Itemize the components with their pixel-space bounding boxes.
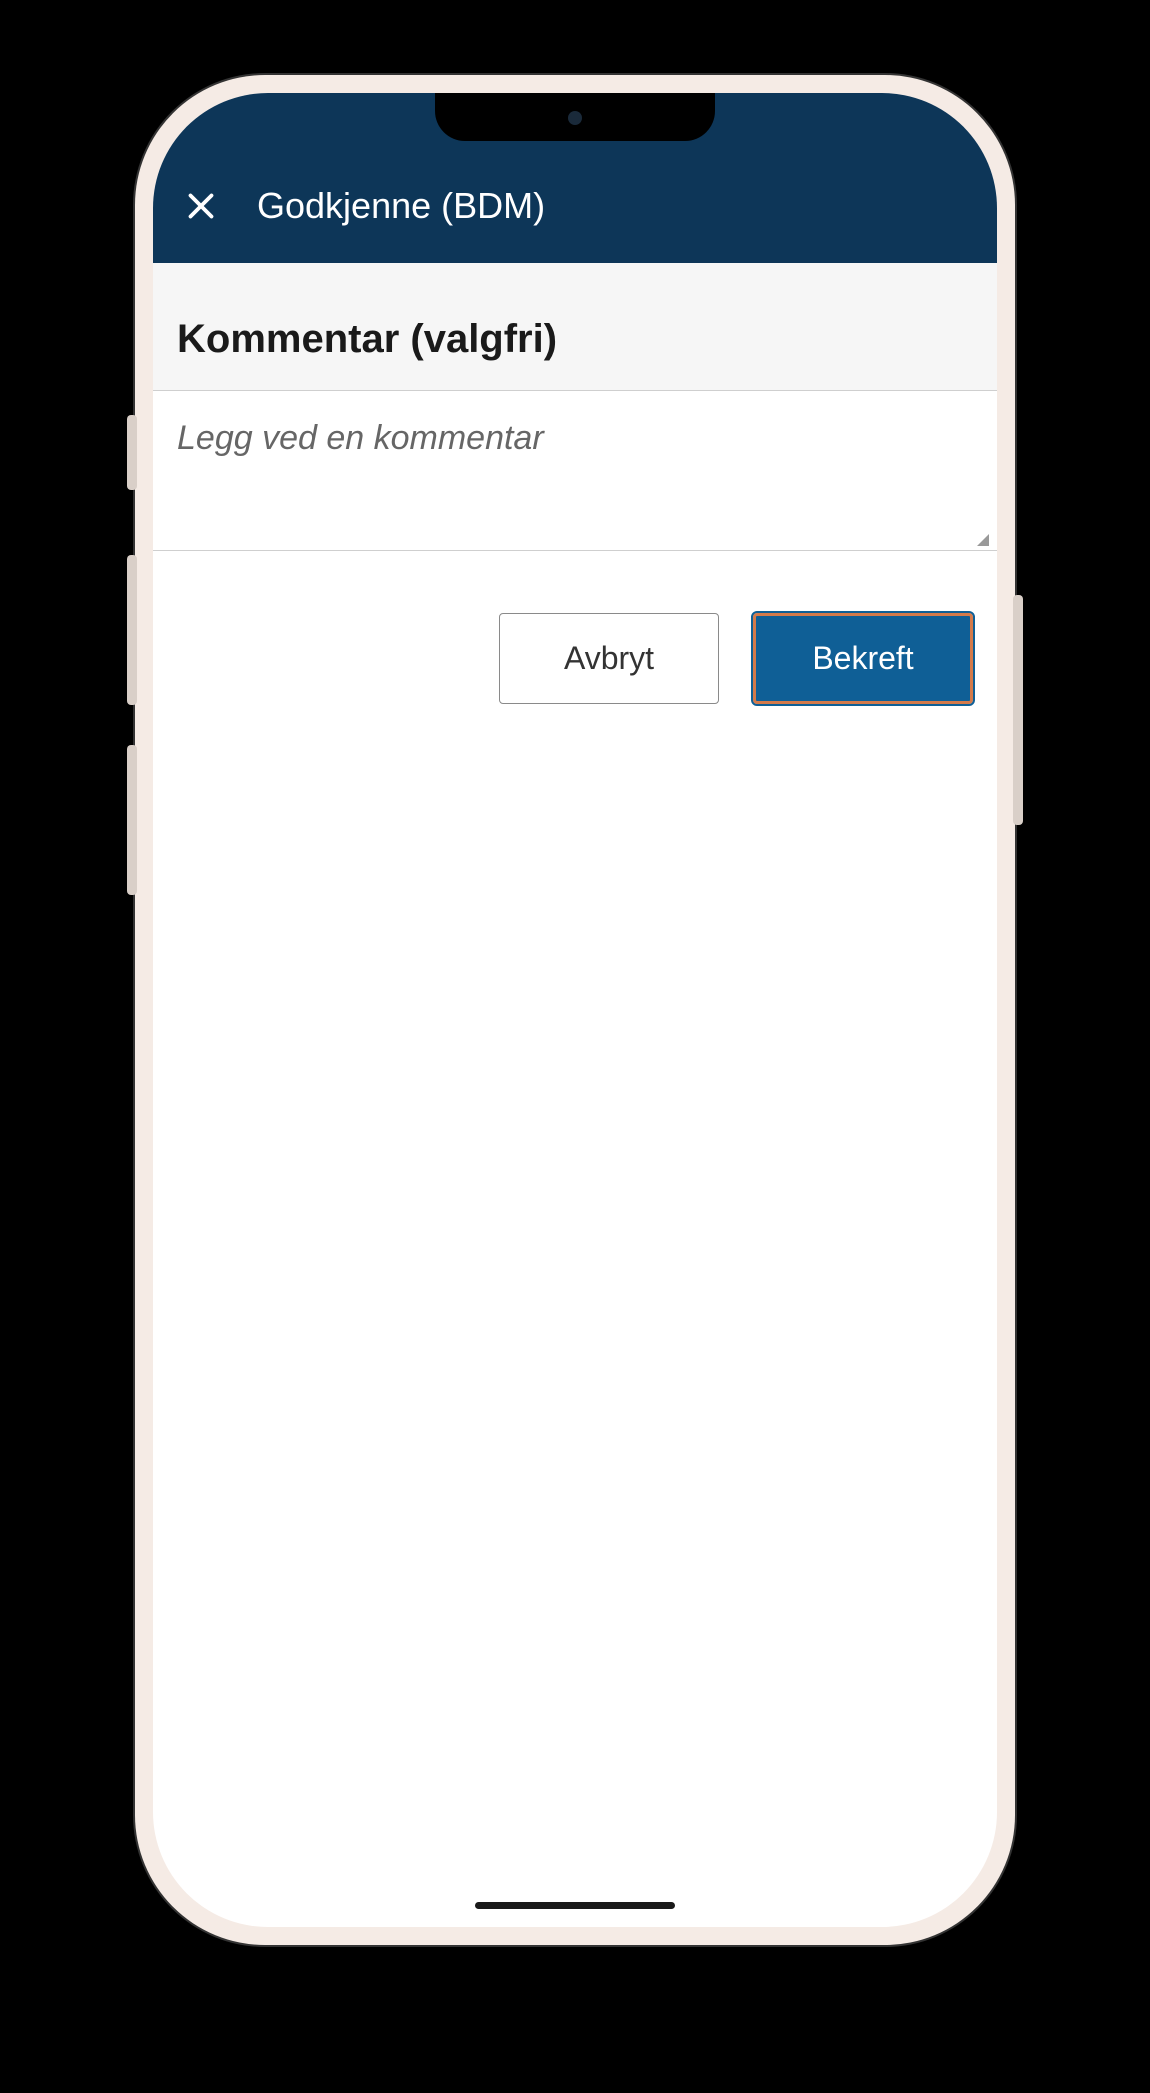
page-title: Godkjenne (BDM) (257, 185, 545, 227)
power-button (1013, 595, 1023, 825)
silent-switch (127, 415, 137, 490)
app-screen: Godkjenne (BDM) Kommentar (valgfri) Avbr… (153, 93, 997, 1927)
phone-frame: Godkjenne (BDM) Kommentar (valgfri) Avbr… (135, 75, 1015, 1945)
comment-area (153, 391, 997, 551)
close-button[interactable] (179, 184, 223, 228)
section-header: Kommentar (valgfri) (153, 263, 997, 391)
confirm-button[interactable]: Bekreft (753, 613, 973, 704)
button-row: Avbryt Bekreft (153, 551, 997, 704)
home-indicator[interactable] (475, 1902, 675, 1909)
cancel-button[interactable]: Avbryt (499, 613, 719, 704)
comment-input[interactable] (177, 419, 973, 497)
volume-down-button (127, 745, 137, 895)
camera-dot (568, 111, 582, 125)
section-title: Kommentar (valgfri) (177, 317, 973, 362)
close-icon (183, 188, 219, 224)
phone-inner: Godkjenne (BDM) Kommentar (valgfri) Avbr… (153, 93, 997, 1927)
volume-up-button (127, 555, 137, 705)
phone-notch (435, 93, 715, 141)
resize-handle-icon[interactable] (977, 534, 989, 546)
